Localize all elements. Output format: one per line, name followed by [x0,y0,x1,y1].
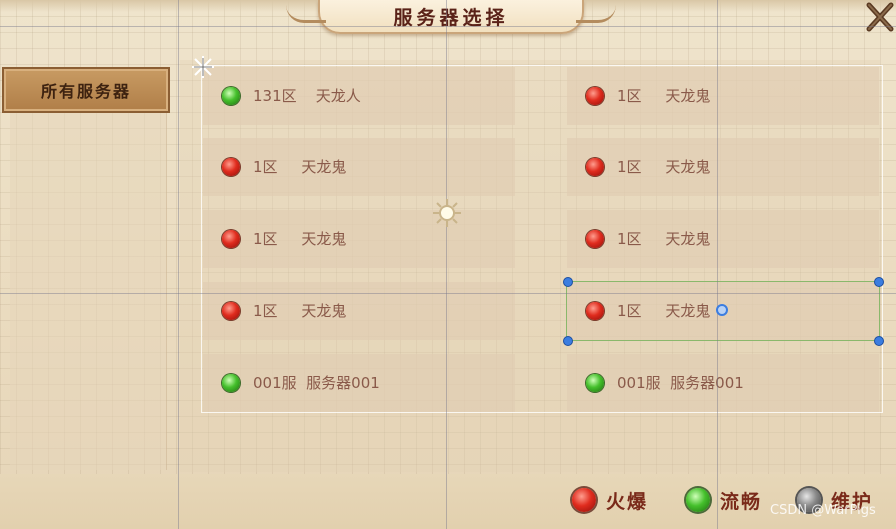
sidebar-tab-label: 所有服务器 [40,82,131,101]
watermark: CSDN @WarPigs [770,503,876,518]
status-dot-icon [222,230,240,248]
server-item[interactable]: 131区 天龙人 [203,67,515,125]
server-label: 1区 天龙鬼 [617,302,711,320]
close-button[interactable] [862,0,896,34]
close-icon [866,2,894,32]
resize-handle[interactable] [563,277,573,287]
server-label: 001服 服务器001 [617,374,744,392]
server-label: 131区 天龙人 [253,87,361,105]
resize-handle[interactable] [874,336,884,346]
origin-icon[interactable] [190,54,216,80]
legend-label: 流畅 [720,490,763,513]
server-label: 001服 服务器001 [253,374,380,392]
sidebar-tab-all-servers[interactable]: 所有服务器 [2,67,170,113]
legend-item-smooth: 流畅 [686,486,762,514]
server-item[interactable]: 1区 天龙鬼 [567,210,879,268]
resize-handle[interactable] [874,277,884,287]
status-dot-icon [222,87,240,105]
server-label: 1区 天龙鬼 [617,158,711,176]
pivot-handle[interactable] [716,304,728,316]
status-dot-icon [222,374,240,392]
legend-label: 火爆 [606,490,649,513]
server-item[interactable]: 1区 天龙鬼 [567,138,879,196]
server-item[interactable]: 1区 天龙鬼 [203,210,515,268]
server-label: 1区 天龙鬼 [617,87,711,105]
legend-item-hot: 火爆 [572,486,648,514]
server-label: 1区 天龙鬼 [253,302,347,320]
status-dot-icon [586,230,604,248]
smooth-status-icon [686,488,710,512]
status-dot-icon [586,302,604,320]
server-item[interactable]: 1区 天龙鬼 [203,138,515,196]
server-label: 1区 天龙鬼 [253,158,347,176]
anchor-icon[interactable] [432,198,462,228]
sidebar [10,112,167,470]
status-dot-icon [222,158,240,176]
resize-handle[interactable] [563,336,573,346]
status-dot-icon [222,302,240,320]
hot-status-icon [572,488,596,512]
game-window: 服务器选择 所有服务器 131区 天龙人 1区 天龙鬼 1区 天龙鬼 1区 天龙… [0,0,896,529]
server-item[interactable]: 1区 天龙鬼 [567,67,879,125]
server-item[interactable]: 1区 天龙鬼 [203,282,515,340]
status-dot-icon [586,158,604,176]
server-label: 1区 天龙鬼 [253,230,347,248]
server-item[interactable]: 001服 服务器001 [203,354,515,412]
status-dot-icon [586,374,604,392]
title-plaque: 服务器选择 [286,0,616,34]
server-item[interactable]: 001服 服务器001 [567,354,879,412]
guide-line [178,0,179,529]
window-title: 服务器选择 [393,6,509,29]
server-label: 1区 天龙鬼 [617,230,711,248]
status-dot-icon [586,87,604,105]
